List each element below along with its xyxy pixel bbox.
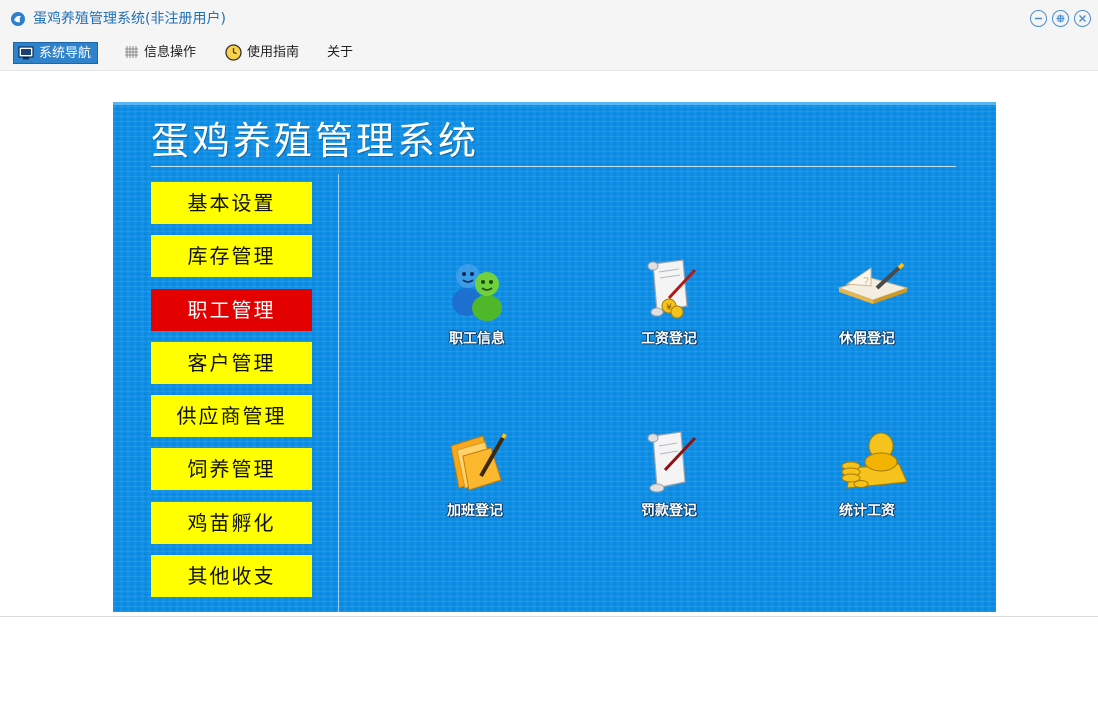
menu-item-label: 使用指南: [247, 45, 300, 60]
menu-info-operations[interactable]: 信息操作: [120, 42, 202, 64]
function-label: 休假登记: [839, 331, 895, 347]
function-leave-registration[interactable]: ? 休假登记: [807, 258, 927, 358]
navigation-panel: 蛋鸡养殖管理系统 基本设置 库存管理 职工管理 客户管理 供应商管理 饲养管理 …: [113, 102, 996, 612]
title-divider: [151, 166, 956, 167]
minimize-icon[interactable]: [1030, 10, 1047, 27]
function-overtime-registration[interactable]: 加班登记: [415, 430, 535, 530]
nav-basic-settings[interactable]: 基本设置: [151, 182, 312, 224]
nav-customer-management[interactable]: 客户管理: [151, 342, 312, 384]
nav-employee-management[interactable]: 职工管理: [151, 289, 312, 331]
employees-icon: [452, 264, 502, 321]
scroll-pen-icon: [647, 431, 697, 493]
menu-system-navigation[interactable]: 系统导航: [13, 42, 99, 64]
function-salary-registration[interactable]: ¥ 工资登记: [609, 258, 729, 358]
svg-text:¥: ¥: [666, 303, 672, 313]
panel-title: 蛋鸡养殖管理系统: [151, 119, 480, 163]
panel-top-highlight: [113, 102, 996, 105]
monitor-icon: [18, 46, 34, 60]
function-label: 工资登记: [641, 331, 697, 347]
nav-supplier-management[interactable]: 供应商管理: [151, 395, 312, 437]
nav-feeding-management[interactable]: 饲养管理: [151, 448, 312, 490]
nav-other-income-expense[interactable]: 其他收支: [151, 555, 312, 597]
function-fine-registration[interactable]: 罚款登记: [609, 430, 729, 530]
function-employee-info[interactable]: 职工信息: [417, 258, 537, 358]
nav-chick-hatching[interactable]: 鸡苗孵化: [151, 502, 312, 544]
title-bar: 蛋鸡养殖管理系统(非注册用户): [0, 0, 1098, 38]
function-label: 职工信息: [449, 331, 505, 347]
folder-pen-icon: [450, 433, 507, 491]
function-label: 统计工资: [839, 503, 895, 519]
grid-icon: [125, 46, 138, 58]
function-label: 罚款登记: [641, 503, 697, 519]
close-icon[interactable]: [1074, 10, 1091, 27]
scroll-money-icon: ¥: [647, 259, 697, 319]
window-title: 蛋鸡养殖管理系统(非注册用户): [33, 11, 226, 27]
menu-item-label: 信息操作: [144, 45, 197, 60]
menu-user-guide[interactable]: 使用指南: [221, 42, 305, 64]
menu-item-label: 关于: [327, 45, 354, 60]
function-label: 加班登记: [447, 503, 503, 519]
menu-bar: 系统导航 信息操作 使用指南 关于: [0, 38, 1098, 71]
menu-item-label: 系统导航: [39, 46, 92, 61]
gold-coins-icon: [841, 432, 908, 489]
notebook-pen-icon: ?: [837, 262, 909, 304]
maximize-icon[interactable]: [1052, 10, 1069, 27]
function-salary-statistics[interactable]: 统计工资: [807, 430, 927, 530]
app-logo-icon: [11, 12, 25, 26]
vertical-divider: [338, 174, 339, 612]
nav-inventory-management[interactable]: 库存管理: [151, 235, 312, 277]
svg-text:?: ?: [863, 275, 869, 289]
application-window: 蛋鸡养殖管理系统(非注册用户) 系统导航 信息操作 使用指南 关于 蛋鸡养殖管理…: [0, 0, 1098, 617]
menu-about[interactable]: 关于: [323, 42, 359, 64]
clock-icon: [225, 43, 242, 61]
